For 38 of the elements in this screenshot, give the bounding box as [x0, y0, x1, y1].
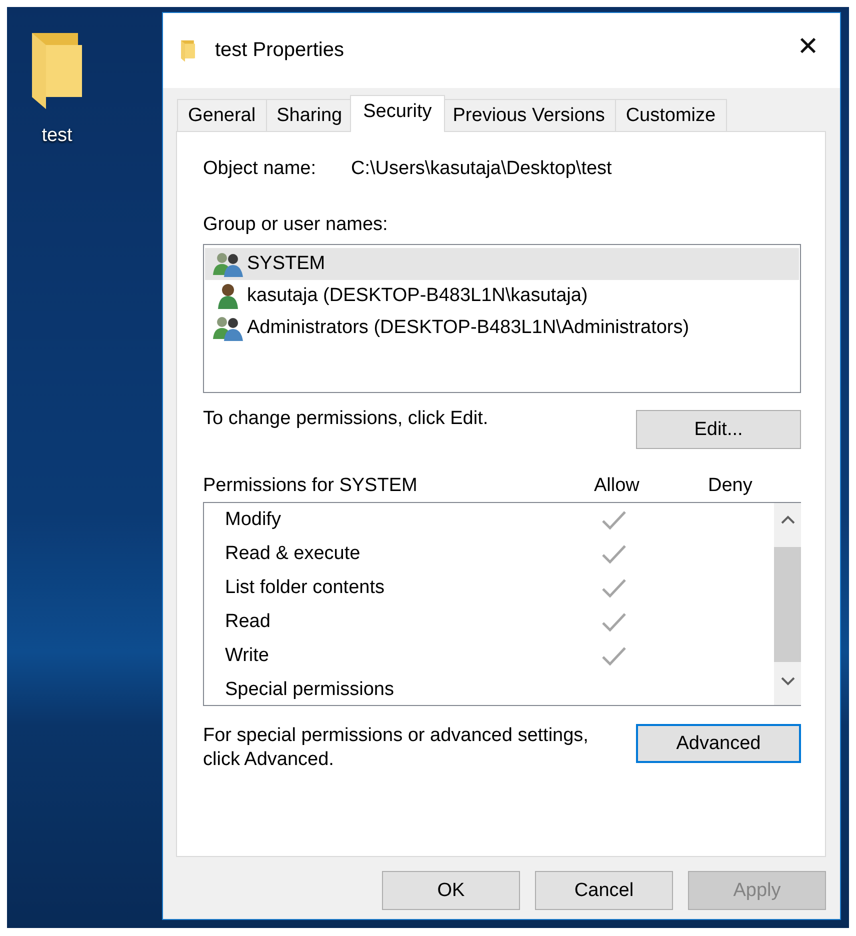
user-item[interactable]: kasutaja (DESKTOP-B483L1N\kasutaja) [205, 280, 799, 312]
permission-name: Write [224, 645, 270, 667]
user-item[interactable]: Administrators (DESKTOP-B483L1N\Administrators) [205, 312, 799, 344]
user-name: SYSTEM [247, 253, 326, 275]
object-name-value: C:\Users\kasutaja\Desktop\test [351, 158, 612, 180]
advanced-hint: For special permissions or advanced settings, click Advanced. [203, 724, 590, 772]
scrollbar[interactable] [774, 503, 801, 705]
user-item[interactable]: SYSTEM [205, 248, 799, 280]
permission-name: List folder contents [224, 577, 386, 599]
advanced-button[interactable]: Advanced [636, 724, 801, 763]
folder-icon [181, 40, 195, 62]
permissions-label: Permissions for SYSTEM [203, 475, 418, 497]
edit-hint: To change permissions, click Edit. [203, 408, 488, 430]
scroll-thumb[interactable] [774, 547, 801, 662]
folder-icon [32, 33, 82, 109]
allow-header: Allow [594, 475, 640, 497]
dialog-button[interactable]: OK [382, 871, 520, 910]
close-button[interactable]: ✕ [776, 14, 840, 78]
tab[interactable]: General [177, 99, 267, 132]
deny-header: Deny [708, 475, 752, 497]
user-name: Administrators (DESKTOP-B483L1N\Administrators) [247, 317, 690, 339]
users-icon [213, 315, 243, 341]
desktop-icon-label[interactable]: test [42, 125, 72, 147]
tab[interactable]: Security [350, 95, 445, 132]
window-title: test Properties [215, 39, 345, 62]
permission-name: Read [224, 611, 272, 633]
tab[interactable]: Customize [614, 99, 727, 132]
dialog-button[interactable]: Cancel [535, 871, 673, 910]
user-name: kasutaja (DESKTOP-B483L1N\kasutaja) [247, 285, 588, 307]
edit-button[interactable]: Edit... [636, 410, 801, 449]
object-name-label: Object name: [203, 158, 317, 180]
permission-name: Modify [224, 509, 282, 531]
users-label: Group or user names: [203, 214, 389, 236]
scroll-down-icon[interactable] [780, 676, 794, 686]
scroll-up-icon[interactable] [780, 515, 794, 525]
permission-name: Read & execute [224, 543, 362, 565]
users-icon [213, 251, 243, 277]
permission-name: Special permissions [224, 679, 395, 701]
